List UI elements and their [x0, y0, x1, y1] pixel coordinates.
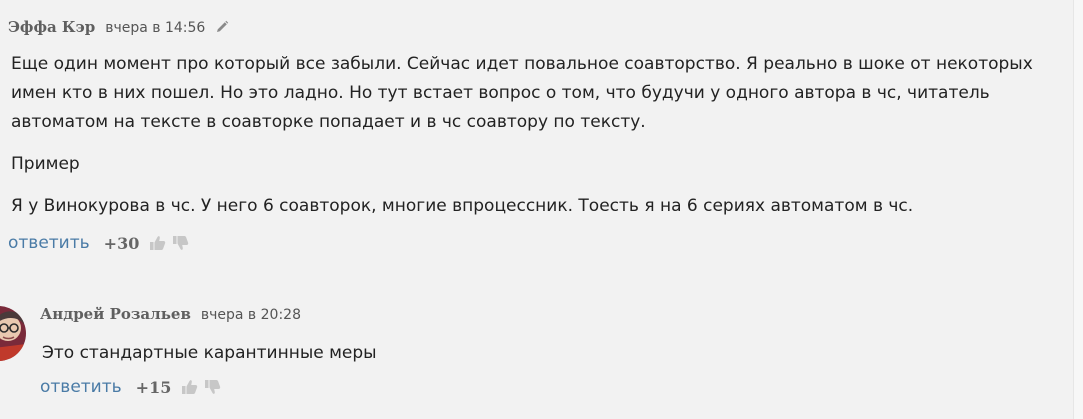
pencil-icon[interactable]: [215, 19, 229, 33]
comment-actions: ответить +15: [40, 377, 221, 397]
comment-paragraph: Я у Винокурова в чс. У него 6 соавторок,…: [11, 196, 914, 216]
comment-score: +30: [103, 233, 140, 253]
comment-time[interactable]: вчера в 14:56: [105, 20, 205, 36]
comment-author[interactable]: Эффа Кэр: [8, 18, 95, 36]
comment-body: Еще один момент про который все забыли. …: [11, 50, 1061, 221]
comment-score: +15: [135, 377, 172, 397]
comment-paragraph: Еще один момент про который все забыли. …: [11, 54, 1033, 132]
comment-time[interactable]: вчера в 20:28: [201, 307, 301, 323]
thumbs-up-icon[interactable]: [149, 235, 166, 251]
comment-body: Это стандартные карантинные меры: [42, 339, 1042, 368]
comment-header: Эффа Кэр вчера в 14:56: [8, 17, 229, 36]
comment: Эффа Кэр вчера в 14:56 Еще один момент п…: [0, 0, 1073, 280]
comment-actions: ответить +30: [8, 233, 189, 253]
thumbs-down-icon[interactable]: [204, 379, 221, 395]
comment-paragraph: Пример: [11, 154, 80, 174]
comment-author[interactable]: Андрей Розальев: [40, 305, 191, 323]
page-scrollbar[interactable]: [1073, 0, 1083, 419]
thumbs-up-icon[interactable]: [181, 379, 198, 395]
comment: Андрей Розальев вчера в 20:28 Это станда…: [0, 290, 1073, 419]
reply-link[interactable]: ответить: [40, 377, 122, 397]
comment-paragraph: Это стандартные карантинные меры: [42, 343, 377, 363]
reply-link[interactable]: ответить: [8, 233, 90, 253]
comment-header: Андрей Розальев вчера в 20:28: [40, 305, 301, 323]
thumbs-down-icon[interactable]: [172, 235, 189, 251]
